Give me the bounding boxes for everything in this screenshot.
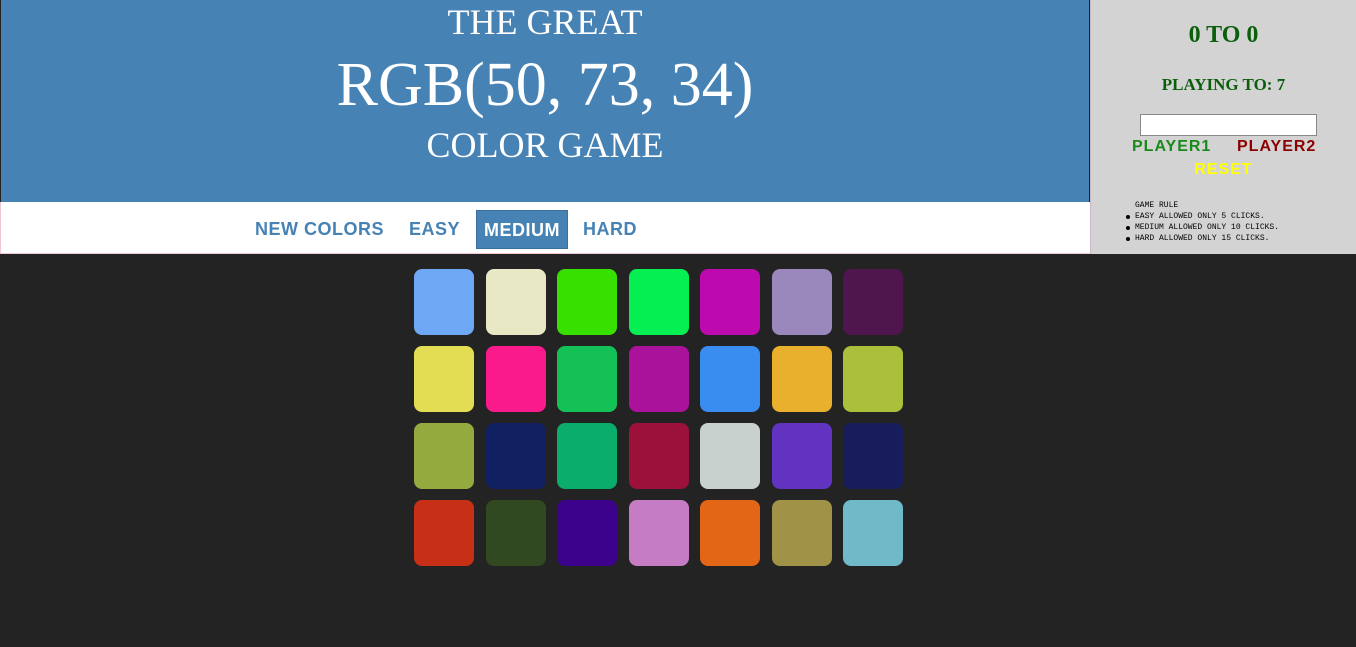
- color-square[interactable]: [772, 346, 832, 412]
- color-square[interactable]: [557, 269, 617, 335]
- rule-item-hard: HARD ALLOWED ONLY 15 CLICKS.: [1125, 233, 1279, 244]
- score-display: 0 TO 0: [1188, 22, 1259, 48]
- rules-list: EASY ALLOWED ONLY 5 CLICKS. MEDIUM ALLOW…: [1125, 211, 1280, 244]
- header-title-top: THE GREAT: [447, 2, 643, 42]
- color-square[interactable]: [557, 423, 617, 489]
- rules-title: GAME RULE: [1135, 201, 1179, 210]
- header-title-bottom: COLOR GAME: [426, 125, 664, 165]
- color-square[interactable]: [772, 269, 832, 335]
- easy-button[interactable]: EASY: [402, 210, 467, 249]
- controls-stripe: NEW COLORS EASY MEDIUM HARD: [0, 202, 1090, 254]
- color-square[interactable]: [772, 423, 832, 489]
- color-square[interactable]: [414, 423, 474, 489]
- color-square[interactable]: [486, 346, 546, 412]
- color-square[interactable]: [629, 423, 689, 489]
- color-square[interactable]: [843, 346, 903, 412]
- hard-button[interactable]: HARD: [576, 210, 644, 249]
- color-square[interactable]: [700, 423, 760, 489]
- color-square[interactable]: [843, 269, 903, 335]
- color-square[interactable]: [629, 346, 689, 412]
- rule-item-easy: EASY ALLOWED ONLY 5 CLICKS.: [1125, 211, 1279, 222]
- color-square[interactable]: [772, 500, 832, 566]
- points-input[interactable]: [1140, 114, 1317, 136]
- color-square[interactable]: [414, 269, 474, 335]
- reset-button[interactable]: RESET: [1184, 160, 1264, 180]
- color-square[interactable]: [700, 500, 760, 566]
- color-square[interactable]: [843, 500, 903, 566]
- color-square[interactable]: [557, 500, 617, 566]
- color-square[interactable]: [486, 423, 546, 489]
- color-square[interactable]: [629, 500, 689, 566]
- target-color-display: RGB(50, 73, 34): [336, 51, 754, 119]
- game-header: THE GREAT RGB(50, 73, 34) COLOR GAME: [1, 0, 1089, 202]
- player2-button[interactable]: PLAYER2: [1237, 137, 1316, 157]
- color-square[interactable]: [629, 269, 689, 335]
- color-square[interactable]: [843, 423, 903, 489]
- player1-button[interactable]: PLAYER1: [1132, 137, 1211, 157]
- color-square[interactable]: [486, 269, 546, 335]
- color-square[interactable]: [700, 269, 760, 335]
- medium-button[interactable]: MEDIUM: [476, 210, 568, 249]
- game-rules: GAME RULE EASY ALLOWED ONLY 5 CLICKS. ME…: [1125, 200, 1280, 244]
- rule-item-medium: MEDIUM ALLOWED ONLY 10 CLICKS.: [1125, 223, 1280, 232]
- color-square[interactable]: [557, 346, 617, 412]
- color-square[interactable]: [414, 346, 474, 412]
- color-square[interactable]: [486, 500, 546, 566]
- color-square[interactable]: [414, 500, 474, 566]
- new-colors-button[interactable]: NEW COLORS: [248, 210, 391, 249]
- playing-to-label: PLAYING TO: 7: [1161, 75, 1286, 94]
- top-section: THE GREAT RGB(50, 73, 34) COLOR GAME NEW…: [0, 0, 1356, 254]
- color-square[interactable]: [700, 346, 760, 412]
- score-panel: 0 TO 0 PLAYING TO: 7 PLAYER1 PLAYER2 RES…: [1090, 0, 1356, 254]
